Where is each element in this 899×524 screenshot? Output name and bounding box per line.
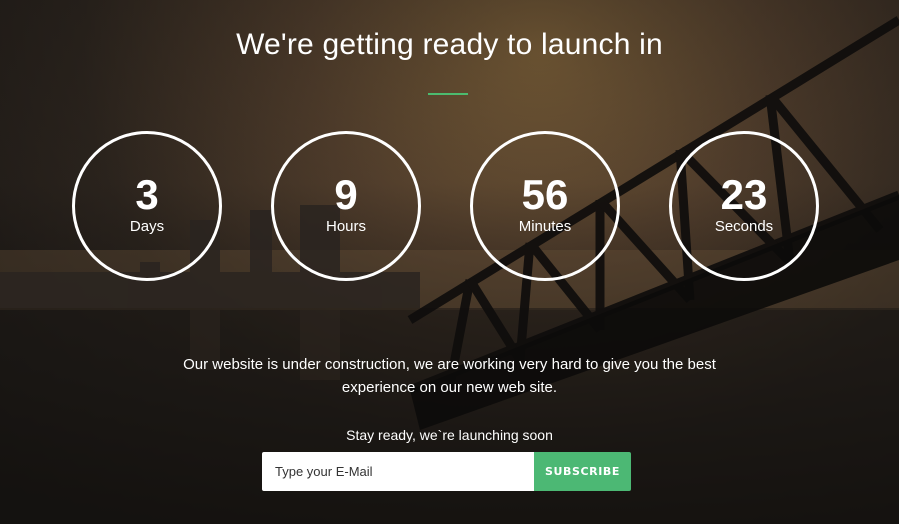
countdown-days-label: Days bbox=[129, 218, 165, 235]
subscribe-form: SUBSCRIBE bbox=[262, 452, 631, 491]
countdown-minutes-value: 56 bbox=[521, 171, 569, 218]
countdown-seconds: 23 Seconds bbox=[669, 131, 819, 281]
page-title: We're getting ready to launch in bbox=[236, 28, 663, 61]
countdown-days-value: 3 bbox=[135, 171, 159, 218]
countdown-hours-value: 9 bbox=[334, 171, 358, 218]
subscribe-button[interactable]: SUBSCRIBE bbox=[534, 452, 631, 491]
countdown-days: 3 Days bbox=[72, 131, 222, 281]
countdown-hours-label: Hours bbox=[325, 218, 366, 235]
countdown-seconds-label: Seconds bbox=[714, 218, 774, 235]
title-divider bbox=[428, 93, 468, 95]
countdown-seconds-value: 23 bbox=[720, 171, 768, 218]
launch-tagline: Stay ready, we`re launching soon bbox=[346, 427, 553, 443]
countdown-hours: 9 Hours bbox=[271, 131, 421, 281]
countdown-minutes: 56 Minutes bbox=[470, 131, 620, 281]
email-input[interactable] bbox=[262, 452, 534, 491]
construction-description: Our website is under construction, we ar… bbox=[183, 356, 716, 396]
countdown-minutes-label: Minutes bbox=[518, 218, 572, 235]
